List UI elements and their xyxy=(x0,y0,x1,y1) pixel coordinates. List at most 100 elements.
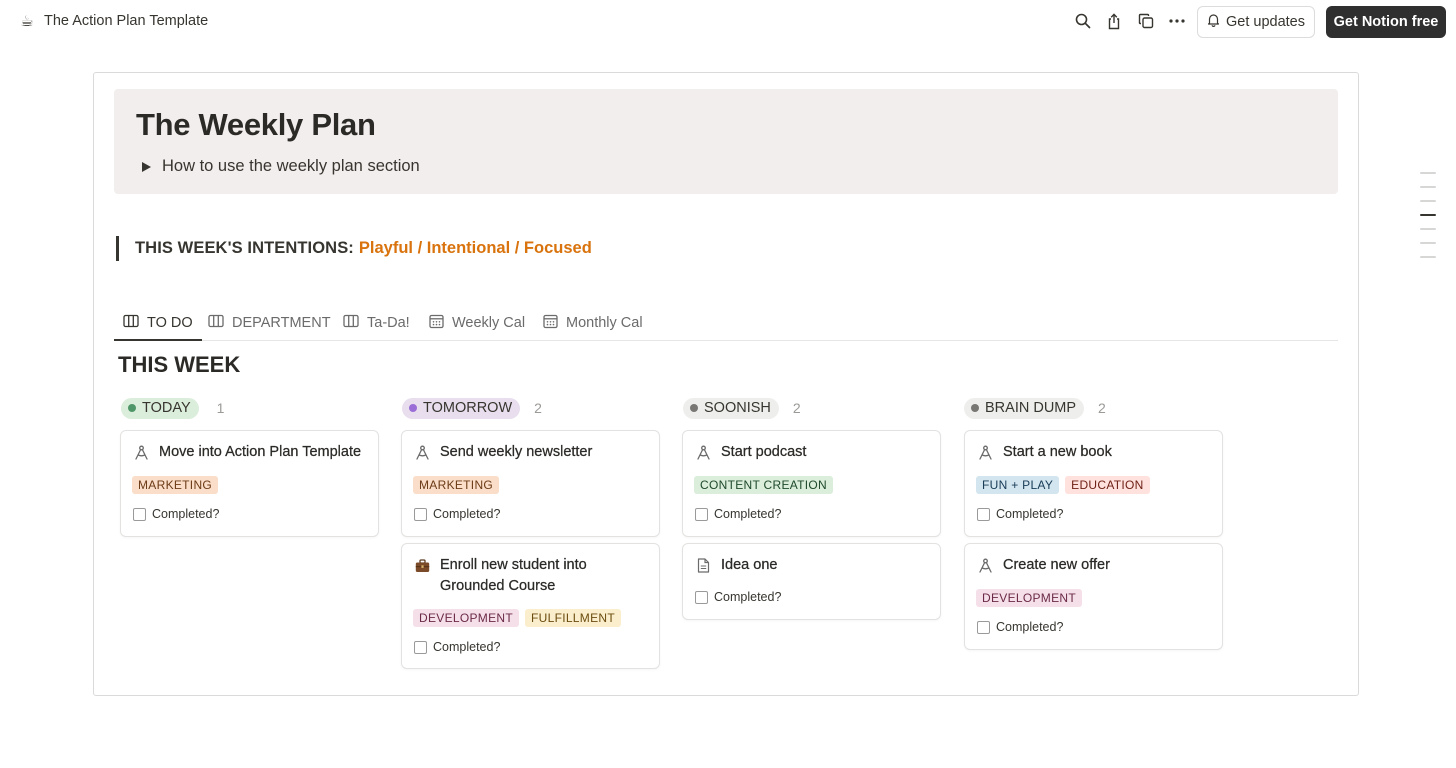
toc-line[interactable] xyxy=(1420,228,1436,230)
card-title: Create new offer xyxy=(977,555,1110,576)
column-header-brain-dump[interactable]: BRAIN DUMP 2 xyxy=(964,397,1106,419)
tab-ta-da[interactable]: Ta-Da! xyxy=(334,306,419,340)
page-title: The Weekly Plan xyxy=(136,107,376,142)
board-card[interactable]: Idea one Completed? xyxy=(682,543,941,620)
toc-line[interactable] xyxy=(1420,172,1436,174)
board-title: THIS WEEK xyxy=(118,352,241,377)
tab-monthly-cal[interactable]: Monthly Cal xyxy=(534,306,652,340)
tab-weekly-cal[interactable]: Weekly Cal xyxy=(420,306,534,340)
checkbox-icon[interactable] xyxy=(414,640,427,654)
column-count: 2 xyxy=(534,400,542,416)
tag-marketing: MARKETING xyxy=(132,476,219,494)
tab-label: Monthly Cal xyxy=(566,315,643,331)
more-icon[interactable] xyxy=(1168,12,1186,30)
intentions-label: THIS WEEK'S INTENTIONS: xyxy=(135,239,354,257)
board-card[interactable]: Move into Action Plan Template MARKETING… xyxy=(120,430,379,537)
completed-checkbox[interactable]: Completed? xyxy=(414,507,500,521)
toc-line[interactable] xyxy=(1420,256,1436,258)
tab-label: TO DO xyxy=(147,314,193,331)
status-dot-icon xyxy=(409,404,417,412)
page-breadcrumb-title[interactable]: The Action Plan Template xyxy=(44,13,208,29)
how-to-toggle[interactable]: How to use the weekly plan section xyxy=(142,157,420,176)
tab-label: Ta-Da! xyxy=(367,315,410,331)
checkbox-label: Completed? xyxy=(996,507,1064,521)
view-tabs: TO DO DEPARTMENT Ta-Da! Weekly Cal Month… xyxy=(114,306,1338,341)
get-updates-button[interactable]: Get updates xyxy=(1197,6,1315,38)
card-title-text: Idea one xyxy=(721,557,778,573)
top-bar: ☕ The Action Plan Template Get updates G… xyxy=(0,0,1456,44)
share-icon[interactable] xyxy=(1105,12,1123,30)
toc-line-active[interactable] xyxy=(1420,214,1436,216)
column-count: 1 xyxy=(216,400,225,416)
card-title: Send weekly newsletter xyxy=(414,442,592,463)
breadcrumb[interactable]: ☕ The Action Plan Template xyxy=(18,12,208,30)
completed-checkbox[interactable]: Completed? xyxy=(977,507,1063,521)
checkbox-icon[interactable] xyxy=(977,507,990,521)
checkbox-icon[interactable] xyxy=(977,620,990,634)
checkbox-icon[interactable] xyxy=(695,507,708,521)
board-card[interactable]: Create new offer DEVELOPMENT Completed? xyxy=(964,543,1223,650)
get-notion-free-button[interactable]: Get Notion free xyxy=(1326,6,1446,38)
board-card[interactable]: Enroll new student into Grounded Course … xyxy=(401,543,660,669)
completed-checkbox[interactable]: Completed? xyxy=(695,590,781,604)
card-title-line: Grounded Course xyxy=(440,578,556,594)
search-icon[interactable] xyxy=(1074,12,1092,30)
tab-label: Weekly Cal xyxy=(452,315,526,331)
toggle-text: How to use the weekly plan section xyxy=(162,157,420,175)
checkbox-icon[interactable] xyxy=(414,507,427,521)
completed-checkbox[interactable]: Completed? xyxy=(414,640,500,654)
checkbox-label: Completed? xyxy=(996,620,1064,634)
tab-to-do[interactable]: TO DO xyxy=(114,306,202,341)
column-header-soonish[interactable]: SOONISH 2 xyxy=(683,397,801,419)
checkbox-label: Completed? xyxy=(714,590,782,604)
tag-education: EDUCATION xyxy=(1065,476,1150,494)
card-title: Move into Action Plan Template xyxy=(133,442,361,463)
tag-development: DEVELOPMENT xyxy=(413,609,519,627)
checkbox-label: Completed? xyxy=(433,640,501,654)
completed-checkbox[interactable]: Completed? xyxy=(133,507,219,521)
board-card[interactable]: Send weekly newsletter MARKETING Complet… xyxy=(401,430,660,537)
toc-line[interactable] xyxy=(1420,200,1436,202)
checkbox-icon[interactable] xyxy=(695,590,708,604)
card-title-text: Send weekly newsletter xyxy=(440,444,593,460)
document-icon xyxy=(695,555,712,576)
status-pill: TOMORROW xyxy=(402,397,521,419)
column-header-tomorrow[interactable]: TOMORROW 2 xyxy=(402,397,542,419)
completed-checkbox[interactable]: Completed? xyxy=(977,620,1063,634)
card-title: Start podcast xyxy=(695,442,807,463)
column-label: BRAIN DUMP xyxy=(985,400,1077,416)
calendar-icon xyxy=(543,314,558,333)
status-pill: BRAIN DUMP xyxy=(964,397,1085,419)
toc-line[interactable] xyxy=(1420,186,1436,188)
column-label: SOONISH xyxy=(704,400,771,416)
card-tags: DEVELOPMENT FULFILLMENT xyxy=(413,609,621,627)
card-title-text: Start a new book xyxy=(1003,444,1112,460)
card-title: Idea one xyxy=(695,555,778,576)
tag-marketing: MARKETING xyxy=(413,476,500,494)
tab-label: DEPARTMENT xyxy=(232,315,331,331)
card-tags: MARKETING xyxy=(413,476,500,494)
card-tags: FUN + PLAY EDUCATION xyxy=(976,476,1150,494)
compass-icon xyxy=(133,442,150,463)
coffee-icon: ☕ xyxy=(20,13,34,30)
column-header-today[interactable]: TODAY 1 xyxy=(121,397,224,419)
status-dot-icon xyxy=(971,404,979,412)
duplicate-icon[interactable] xyxy=(1137,12,1155,30)
board-icon xyxy=(123,314,139,332)
completed-checkbox[interactable]: Completed? xyxy=(695,507,781,521)
compass-icon xyxy=(414,442,431,463)
board-card[interactable]: Start podcast CONTENT CREATION Completed… xyxy=(682,430,941,537)
card-title-text: Move into Action Plan Template xyxy=(159,444,362,460)
compass-icon xyxy=(977,442,994,463)
calendar-icon xyxy=(429,314,444,333)
toc-line[interactable] xyxy=(1420,242,1436,244)
board-card[interactable]: Start a new book FUN + PLAY EDUCATION Co… xyxy=(964,430,1223,537)
status-dot-icon xyxy=(128,404,136,412)
toggle-triangle-icon[interactable] xyxy=(142,161,151,172)
status-pill: TODAY xyxy=(121,397,199,419)
tab-department[interactable]: DEPARTMENT xyxy=(199,306,340,340)
card-tags: MARKETING xyxy=(132,476,219,494)
compass-icon xyxy=(977,555,994,576)
checkbox-icon[interactable] xyxy=(133,507,146,521)
status-pill: SOONISH xyxy=(683,397,779,419)
